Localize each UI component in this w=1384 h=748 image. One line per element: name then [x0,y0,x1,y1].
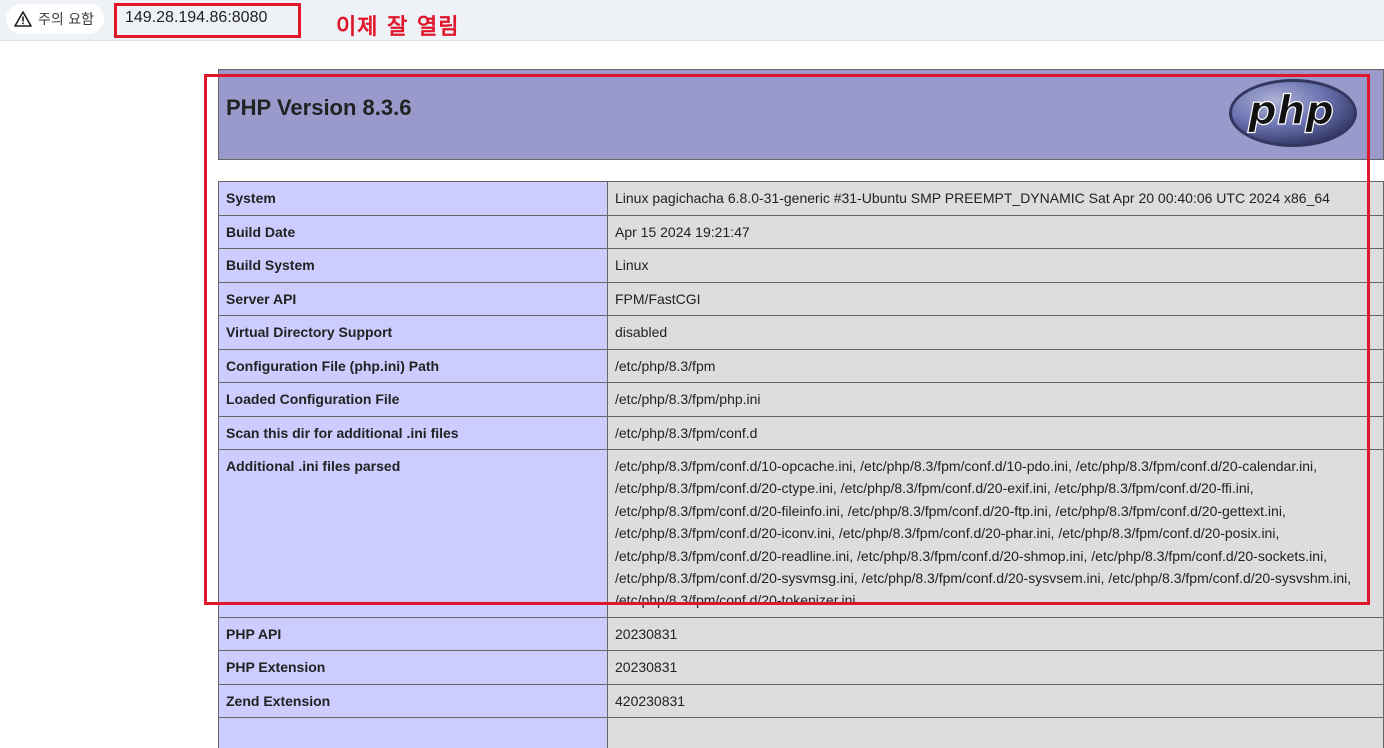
row-key: PHP API [218,616,608,652]
table-row: Zend Extension 420230831 [218,683,1384,719]
row-key: Zend Extension [218,683,608,719]
table-row: Configuration File (php.ini) Path/etc/ph… [218,348,1384,383]
table-row [218,717,1384,748]
row-key: Scan this dir for additional .ini files [218,415,608,450]
annotation-url-highlight [114,3,301,38]
table-row: PHP API 20230831 [218,616,1384,652]
row-value: disabled [607,315,1384,350]
table-row: Build System Linux [218,248,1384,283]
row-value: /etc/php/8.3/fpm/php.ini [607,382,1384,417]
table-row: PHP Extension 20230831 [218,650,1384,685]
annotation-note: 이제 잘 열림 [336,15,460,40]
row-key [218,717,608,748]
row-key: PHP Extension [218,650,608,685]
row-value: Linux [607,248,1384,283]
table-row: Server API FPM/FastCGI [218,281,1384,316]
row-value: 20230831 [607,616,1384,652]
row-value: /etc/php/8.3/fpm [607,348,1384,383]
table-row: Additional .ini files parsed/etc/php/8.3… [218,449,1384,618]
table-row: Scan this dir for additional .ini files /… [218,415,1384,450]
row-value: Apr 15 2024 19:21:47 [607,214,1384,249]
table-row: Loaded Configuration File/etc/php/8.3/fp… [218,382,1384,417]
page-title: PHP Version 8.3.6 [226,95,412,120]
php-logo[interactable]: php [1227,77,1359,149]
row-key: Build System [218,248,608,283]
table-row: Virtual Directory Support disabled [218,315,1384,350]
svg-text:php: php [1247,88,1334,134]
row-key: Server API [218,281,608,316]
security-label: 주의 요함 [38,12,94,28]
row-value [607,717,1384,748]
row-key: Configuration File (php.ini) Path [218,348,608,383]
table-row: System Linux pagichacha 6.8.0-31-generic … [218,181,1384,216]
row-key: Virtual Directory Support [218,315,608,350]
row-key: Additional .ini files parsed [218,449,608,618]
row-value: FPM/FastCGI [607,281,1384,316]
warning-icon [14,11,32,27]
php-version-header: PHP Version 8.3.6 php [218,69,1384,160]
php-info-table: System Linux pagichacha 6.8.0-31-generic … [218,181,1384,748]
table-row: Build Date Apr 15 2024 19:21:47 [218,214,1384,249]
row-key: System [218,181,608,216]
site-security-chip[interactable]: 주의 요함 [6,4,104,34]
row-value: 20230831 [607,650,1384,685]
row-value: Linux pagichacha 6.8.0-31-generic #31-Ub… [607,181,1384,216]
row-key: Loaded Configuration File [218,382,608,417]
row-key: Build Date [218,214,608,249]
row-value: /etc/php/8.3/fpm/conf.d/10-opcache.ini, … [607,449,1384,618]
row-value: /etc/php/8.3/fpm/conf.d [607,415,1384,450]
row-value: 420230831 [607,683,1384,719]
